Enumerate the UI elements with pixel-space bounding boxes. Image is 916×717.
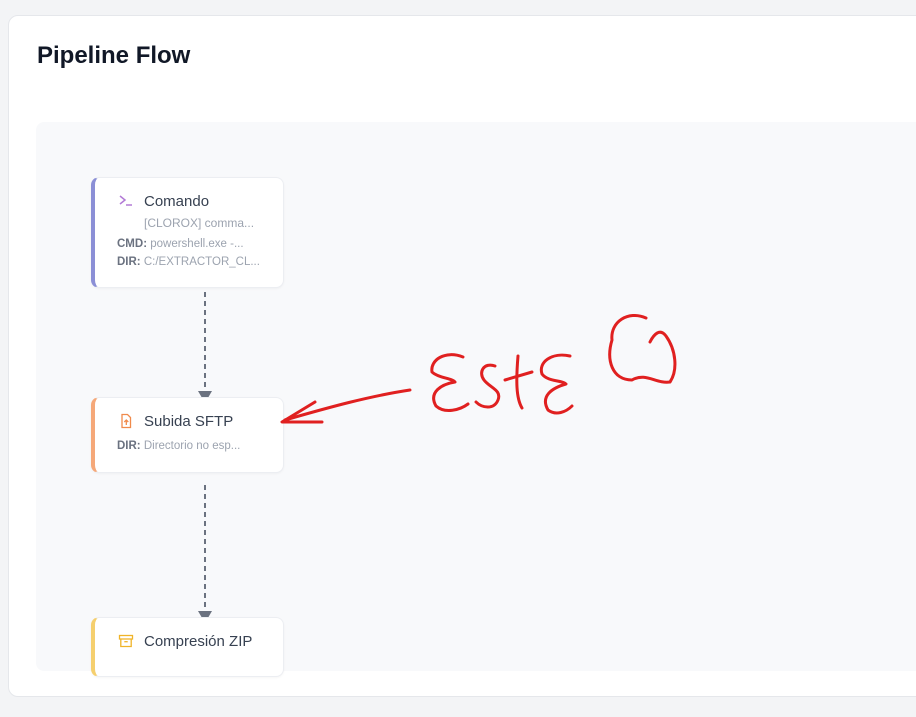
node-subtitle: [CLOROX] comma... bbox=[144, 216, 255, 230]
file-upload-icon bbox=[117, 412, 135, 430]
node-subida-sftp[interactable]: Subida SFTP DIR: Directorio no esp... bbox=[91, 397, 284, 473]
node-title: Compresión ZIP bbox=[144, 632, 253, 650]
terminal-icon bbox=[117, 192, 135, 210]
cmd-value: powershell.exe -... bbox=[150, 238, 244, 250]
flow-canvas[interactable]: Comando [CLOROX] comma... CMD: powershel… bbox=[36, 122, 916, 677]
page-title: Pipeline Flow bbox=[37, 42, 191, 69]
node-title: Comando bbox=[144, 192, 210, 210]
node-dir-row: DIR: Directorio no esp... bbox=[117, 440, 240, 452]
dir-value: C:/EXTRACTOR_CL... bbox=[143, 256, 260, 268]
cmd-label: CMD: bbox=[117, 238, 148, 250]
pipeline-panel: Pipeline Flow Comando [CLOROX] comma... … bbox=[8, 15, 916, 697]
archive-icon bbox=[117, 632, 135, 650]
node-compresion-zip[interactable]: Compresión ZIP bbox=[91, 617, 284, 677]
dir-label: DIR: bbox=[117, 440, 141, 452]
node-cmd-row: CMD: powershell.exe -... bbox=[117, 238, 244, 250]
node-title: Subida SFTP bbox=[144, 412, 234, 430]
node-dir-row: DIR: C:/EXTRACTOR_CL... bbox=[117, 256, 260, 268]
node-comando[interactable]: Comando [CLOROX] comma... CMD: powershel… bbox=[91, 177, 284, 288]
dir-label: DIR: bbox=[117, 256, 141, 268]
dir-value: Directorio no esp... bbox=[143, 440, 241, 452]
